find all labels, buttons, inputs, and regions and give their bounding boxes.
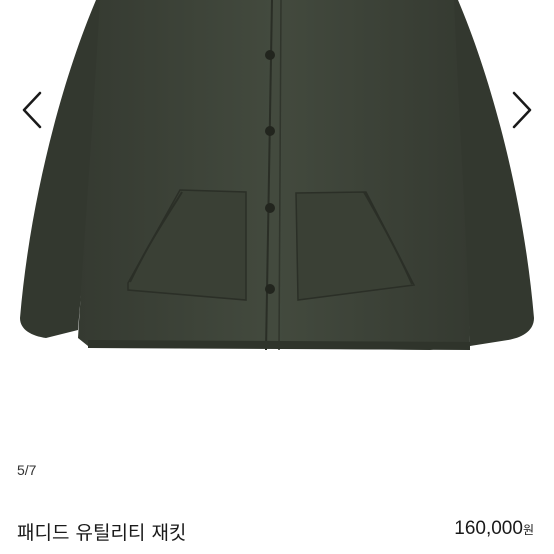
price-currency: 원 [522,523,534,537]
product-price: 160,000원 [454,518,534,540]
product-title: 패디드 유틸리티 재킷 [17,522,187,544]
next-image-button[interactable] [502,88,542,132]
product-image-gallery[interactable] [0,0,554,400]
price-value: 160,000 [454,518,523,539]
chevron-right-icon [512,91,532,129]
product-photo [20,0,534,351]
chevron-left-icon [22,91,42,129]
image-counter: 5/7 [17,462,37,478]
prev-image-button[interactable] [12,88,52,132]
